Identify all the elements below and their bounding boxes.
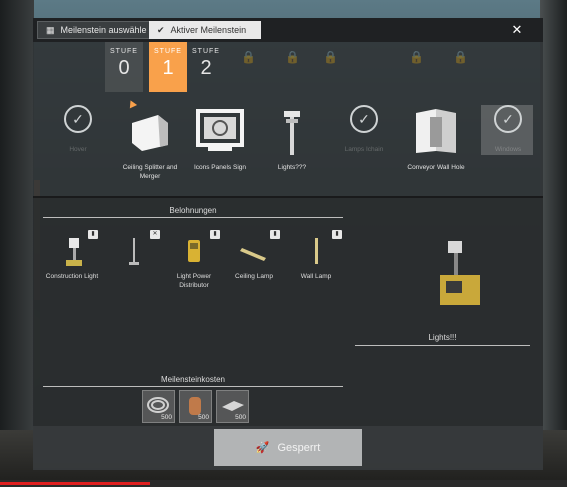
- rewards-section: Belohnungen ▮ Construction Light ✕ ▮ Lig…: [33, 198, 543, 426]
- reward-item[interactable]: ▮ Ceiling Lamp: [223, 230, 285, 281]
- cost-item[interactable]: 500: [142, 390, 175, 423]
- background-pillar-right: [540, 0, 567, 487]
- check-circle-icon: ✓: [494, 105, 522, 133]
- rewards-title-underline: [43, 217, 343, 218]
- ceiling-lamp-icon: ▮: [234, 230, 280, 268]
- lock-icon: 🔒: [453, 50, 468, 64]
- milestone-item[interactable]: ✓ Windows: [471, 93, 545, 154]
- reward-name: Construction Light: [45, 273, 99, 280]
- lock-icon: 🔒: [285, 50, 300, 64]
- milestone-name: Windows: [494, 146, 522, 153]
- cost-amount: 500: [198, 414, 209, 421]
- tier-0-tab[interactable]: STUFE 0: [105, 42, 143, 92]
- cost-item[interactable]: 500: [179, 390, 212, 423]
- building-badge-icon: ▮: [210, 230, 220, 239]
- splitter-icon: [124, 105, 176, 157]
- milestone-item[interactable]: ✓ Lamps Ichain: [327, 93, 401, 154]
- milestone-item[interactable]: Conveyor Wall Hole: [399, 93, 473, 172]
- tool-badge-icon: ✕: [150, 230, 160, 239]
- cost-title: Meilensteinkosten: [160, 375, 226, 384]
- reward-name: Wall Lamp: [300, 273, 332, 280]
- video-progress-fill: [0, 482, 150, 485]
- milestone-item[interactable]: Ceiling Splitter and Merger: [113, 93, 187, 181]
- preview-title-underline: [355, 345, 530, 346]
- hub-terminal-panel: ▦ Meilenstein auswähle ✔ Aktiver Meilens…: [33, 18, 543, 470]
- panel-titlebar: ▦ Meilenstein auswähle ✔ Aktiver Meilens…: [33, 18, 543, 42]
- reward-item[interactable]: ▮ Light Power Distributor: [163, 230, 225, 290]
- milestone-name: Hover: [69, 146, 87, 153]
- lock-icon: 🔒: [241, 50, 256, 64]
- cost-item[interactable]: 500: [216, 390, 249, 423]
- wall-hole-icon: [410, 105, 462, 157]
- locked-button[interactable]: 🚀 Gesperrt: [214, 429, 362, 466]
- construction-light-icon: ▮: [52, 230, 98, 268]
- reward-item[interactable]: ✕: [103, 230, 165, 272]
- cost-title-underline: [43, 386, 343, 387]
- milestone-name: Icons Panels Sign: [193, 164, 247, 171]
- lamp-post-icon: ✕: [114, 230, 160, 268]
- lock-icon: 🔒: [323, 50, 338, 64]
- light-pole-icon: [266, 105, 318, 157]
- cost-amount: 500: [161, 414, 172, 421]
- milestone-name: Lamps Ichain: [344, 146, 384, 153]
- tier-number: 2: [200, 57, 212, 79]
- tab-active-milestone[interactable]: ✔ Aktiver Meilenstein: [149, 21, 261, 39]
- milestone-item[interactable]: Icons Panels Sign: [183, 93, 257, 172]
- close-button[interactable]: ✕: [507, 20, 527, 40]
- preview-title: Lights!!!: [428, 333, 457, 342]
- background-pillar-left: [0, 0, 34, 487]
- reward-item[interactable]: ▮ Wall Lamp: [285, 230, 347, 281]
- rocket-icon: 🚀: [255, 442, 270, 454]
- building-badge-icon: ▮: [88, 230, 98, 239]
- reward-name: Ceiling Lamp: [235, 273, 273, 280]
- reward-item[interactable]: ▮ Construction Light: [41, 230, 103, 281]
- milestone-name: Ceiling Splitter and Merger: [122, 164, 178, 180]
- tier-1-tab[interactable]: STUFE 1: [149, 42, 187, 92]
- check-circle-icon: ✓: [64, 105, 92, 133]
- tab-active-label: Aktiver Meilenstein: [170, 25, 247, 35]
- milestone-list: ✓ Hover Ceiling Splitter and Merger Icon…: [33, 93, 543, 197]
- tier-number: 1: [162, 57, 174, 79]
- check-circle-icon: ✔: [157, 24, 165, 35]
- tier-2-tab[interactable]: STUFE 2: [187, 42, 225, 92]
- rewards-title: Belohnungen: [169, 206, 217, 215]
- building-badge-icon: ▮: [270, 230, 280, 239]
- locked-button-label: Gesperrt: [277, 441, 321, 454]
- power-distributor-icon: ▮: [174, 230, 220, 268]
- tier-label: STUFE: [192, 48, 220, 55]
- sign-panel-icon: [194, 105, 246, 157]
- tier-number: 0: [118, 57, 130, 79]
- check-circle-icon: ✓: [350, 105, 378, 133]
- milestone-name: Conveyor Wall Hole: [407, 164, 465, 171]
- grid-icon: ▦: [46, 24, 55, 35]
- building-badge-icon: ▮: [332, 230, 342, 239]
- reward-name: Light Power Distributor: [176, 273, 212, 289]
- milestone-item[interactable]: Lights???: [255, 93, 329, 172]
- tab-select-label: Meilenstein auswähle: [60, 25, 147, 35]
- tier-label: STUFE: [110, 48, 138, 55]
- reward-preview-image: [440, 241, 480, 305]
- video-progress-bar[interactable]: [0, 480, 567, 487]
- lock-icon: 🔒: [409, 50, 424, 64]
- wall-lamp-icon: ▮: [296, 230, 342, 268]
- milestone-name: Lights???: [277, 164, 307, 171]
- cost-amount: 500: [235, 414, 246, 421]
- tab-select-milestone[interactable]: ▦ Meilenstein auswähle: [37, 21, 156, 39]
- tier-label: STUFE: [154, 48, 182, 55]
- milestone-item[interactable]: ✓ Hover: [41, 93, 115, 154]
